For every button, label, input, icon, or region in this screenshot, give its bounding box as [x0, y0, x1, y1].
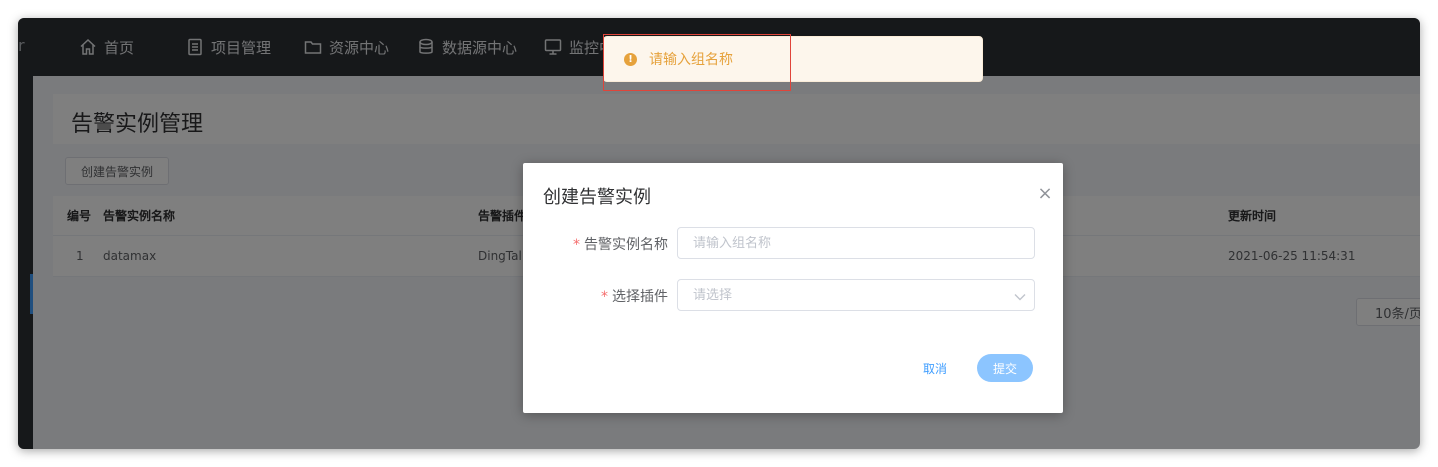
required-mark: *: [601, 289, 608, 305]
chevron-down-icon[interactable]: [1014, 290, 1026, 301]
field-label: 选择插件: [612, 289, 668, 305]
highlight-box: [603, 34, 791, 91]
plugin-label: * 选择插件: [538, 286, 668, 306]
instance-name-label: * 告警实例名称: [538, 234, 668, 254]
plugin-select[interactable]: [677, 279, 1035, 311]
plugin-select-input[interactable]: [693, 287, 1034, 303]
instance-name-input[interactable]: [693, 235, 1034, 251]
required-mark: *: [573, 237, 580, 253]
instance-name-field[interactable]: [677, 227, 1035, 259]
dialog-title: 创建告警实例: [543, 187, 651, 208]
cancel-button[interactable]: 取消: [911, 355, 959, 381]
close-icon[interactable]: ×: [1035, 183, 1055, 204]
create-alert-instance-dialog: 创建告警实例 × *告警实例名称 *选择插件 取消 提交: [523, 163, 1063, 413]
submit-button[interactable]: 提交: [977, 354, 1033, 382]
field-label: 告警实例名称: [584, 237, 668, 253]
